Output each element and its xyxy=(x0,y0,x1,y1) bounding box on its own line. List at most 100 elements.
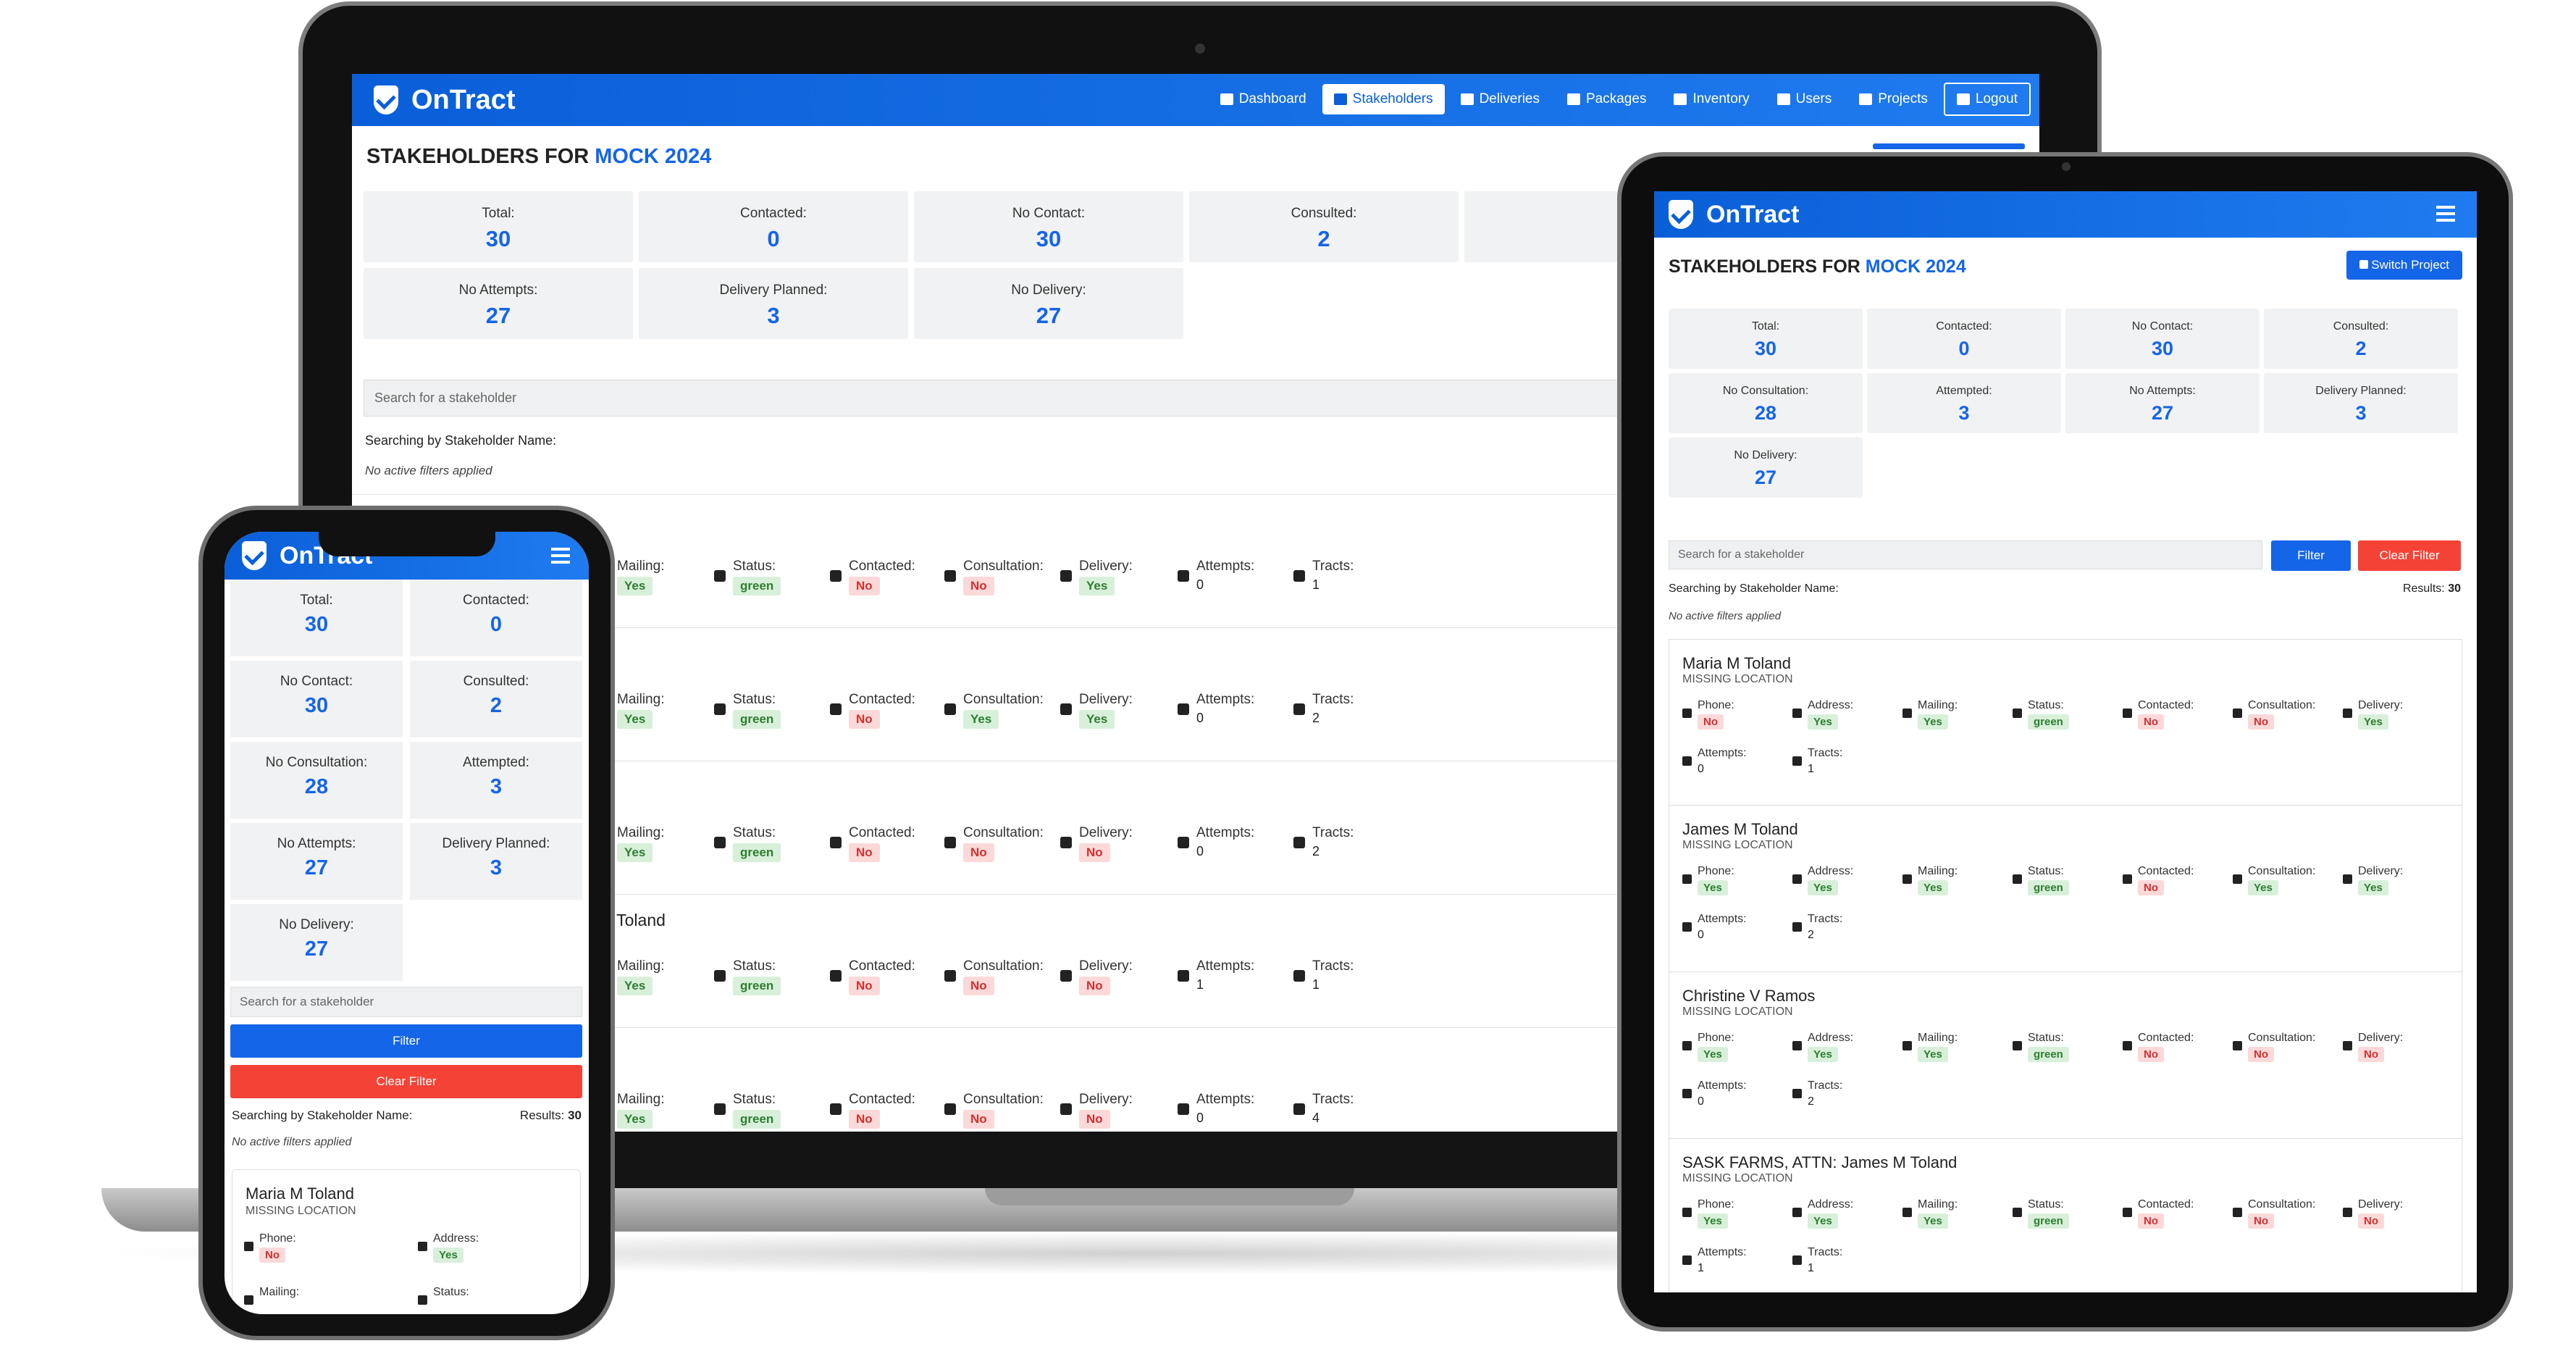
field-contacted: Contacted: No xyxy=(2123,1032,2194,1062)
field-body: Mailing: Yes xyxy=(617,1092,664,1129)
phone-clear-filter-button[interactable]: Clear Filter xyxy=(230,1065,582,1098)
stakeholder-card[interactable]: James M Toland MISSING LOCATION Phone: Yes A… xyxy=(1669,806,2462,972)
mailing-badge: Yes xyxy=(617,1110,653,1129)
field-label: Attempts: xyxy=(1698,913,1747,925)
tracts-value: 2 xyxy=(1808,1095,1814,1108)
field-body: Contacted: No xyxy=(849,559,915,595)
clear-filter-label: Clear Filter xyxy=(376,1074,437,1088)
field-label: Contacted: xyxy=(849,1092,915,1107)
hamburger-menu-icon[interactable] xyxy=(2436,206,2455,222)
field-label: Tracts: xyxy=(1312,958,1354,974)
phone-stat-card: Attempted: 3 xyxy=(410,742,582,819)
comment-icon xyxy=(830,570,842,582)
comment-icon xyxy=(830,970,842,982)
phone-results-count: Results: 30 xyxy=(520,1108,582,1123)
nav-stakeholders[interactable]: Stakeholders xyxy=(1322,84,1445,114)
tablet-brand-name: OnTract xyxy=(1706,200,1800,228)
field-attempts: Attempts: 0 xyxy=(1682,913,1747,942)
consultation-badge: Yes xyxy=(2248,880,2278,895)
search-input[interactable]: Search for a stakeholder xyxy=(364,380,1740,417)
field-body: Delivery: No xyxy=(2358,1032,2403,1062)
filter-button[interactable]: Filter xyxy=(2271,540,2351,571)
field-body: Delivery: Yes xyxy=(1079,559,1133,595)
map-marker-icon xyxy=(1293,1103,1305,1115)
field-contacted: Contacted: No xyxy=(2123,699,2194,730)
tablet-brand-logo[interactable]: OnTract xyxy=(1669,200,1799,229)
stat-total: Total: 30 xyxy=(364,191,633,262)
comment-icon xyxy=(830,837,842,848)
comment-icon xyxy=(2123,709,2132,718)
field-body: Status: green xyxy=(733,1092,781,1129)
field-label: Attempts: xyxy=(1698,1246,1747,1258)
nav-projects[interactable]: Projects xyxy=(1847,84,1939,114)
tablet-stats-grid: Total: 30 Contacted: 0 No Contact: 30 Consulte… xyxy=(1669,309,2462,498)
voicemail-icon xyxy=(1178,970,1189,982)
field-body: Tracts: 1 xyxy=(1312,559,1354,593)
voicemail-icon xyxy=(1682,1255,1692,1265)
nav-inventory[interactable]: Inventory xyxy=(1662,84,1761,114)
nav-users[interactable]: Users xyxy=(1766,84,1844,114)
filter-label: Filter xyxy=(2297,548,2325,562)
field-contacted: Contacted: No xyxy=(830,958,915,995)
stat-card: No Delivery: 27 xyxy=(1669,438,1863,498)
field-label: Address: xyxy=(1808,699,1854,711)
consultation-badge: No xyxy=(2248,1213,2274,1229)
voicemail-icon xyxy=(1682,1089,1692,1098)
field-label: Tracts: xyxy=(1808,913,1843,925)
stat-card: No Contact: 30 xyxy=(2065,309,2260,369)
stat-value: 28 xyxy=(1754,402,1777,424)
truck-icon xyxy=(1060,837,1072,848)
field-status: Status: green xyxy=(714,692,781,729)
project-diagram-icon xyxy=(1859,93,1873,105)
field-body: Tracts: 1 xyxy=(1312,958,1354,992)
status-badge: green xyxy=(733,710,781,729)
field-tracts: Tracts: 2 xyxy=(1293,825,1354,859)
field-body: Status: green xyxy=(2028,699,2069,730)
stat-value: 30 xyxy=(2151,338,2174,359)
phone-no-filters: No active filters applied xyxy=(232,1136,352,1148)
stakeholder-card[interactable]: Christine V Ramos MISSING LOCATION Phone: Y… xyxy=(1669,972,2462,1139)
phone-badge: No xyxy=(1698,714,1724,730)
field-label: Tracts: xyxy=(1808,1079,1843,1092)
field-body: Tracts: 1 xyxy=(1808,747,1842,776)
stat-label: No Attempts: xyxy=(458,283,538,298)
switch-project-button[interactable]: Switch Project xyxy=(2346,251,2462,280)
field-label: Status: xyxy=(2028,699,2064,711)
nav-packages[interactable]: Packages xyxy=(1556,84,1658,114)
shield-check-icon xyxy=(374,85,398,114)
stakeholder-card[interactable]: SASK FARMS, ATTN: James M Toland MISSING … xyxy=(1669,1139,2462,1292)
phone-stakeholder-card[interactable]: Maria M Toland MISSING LOCATION Phone: No… xyxy=(232,1169,581,1314)
contacted-badge: No xyxy=(2138,714,2164,730)
phone-stat-card: No Delivery: 27 xyxy=(230,904,403,981)
field-mailing: Mailing: xyxy=(244,1286,299,1305)
stat-label: No Attempts: xyxy=(2129,385,2196,397)
field-body: Mailing: Yes xyxy=(1918,1032,1958,1062)
stakeholder-card[interactable]: Maria M Toland MISSING LOCATION Phone: No Ad… xyxy=(1669,639,2462,806)
field-label: Delivery: xyxy=(1079,559,1133,574)
phone-filter-button[interactable]: Filter xyxy=(230,1024,582,1058)
shield-check-icon xyxy=(242,541,267,570)
nav-deliveries[interactable]: Deliveries xyxy=(1449,84,1551,114)
brand-name: OnTract xyxy=(411,84,516,115)
stat-label: Consulted: xyxy=(1291,206,1357,221)
field-consultation: Consultation: No xyxy=(2233,1198,2315,1229)
field-attempts: Attempts: 1 xyxy=(1178,958,1254,992)
field-label: Contacted: xyxy=(2138,865,2194,877)
field-body: Attempts: 1 xyxy=(1196,958,1254,992)
tracts-value: 1 xyxy=(1808,1262,1814,1274)
clear-filter-button[interactable]: Clear Filter xyxy=(2358,540,2461,571)
nav-dashboard[interactable]: Dashboard xyxy=(1209,84,1318,114)
field-body: Phone: Yes xyxy=(1698,1032,1734,1062)
field-body: Contacted: No xyxy=(2138,865,2194,895)
tablet-search-input[interactable]: Search for a stakeholder xyxy=(1669,540,2262,569)
phone-hamburger-icon[interactable] xyxy=(551,548,570,564)
switch-project-button-edge[interactable] xyxy=(1873,143,2025,149)
field-delivery: Delivery: No xyxy=(1060,1092,1133,1129)
field-label: Address: xyxy=(1808,1198,1854,1211)
brand-logo[interactable]: OnTract xyxy=(374,85,516,116)
logout-button[interactable]: Logout xyxy=(1943,83,2031,116)
field-label: Status: xyxy=(433,1286,469,1298)
field-body: Consultation: Yes xyxy=(2248,865,2315,895)
field-body: Contacted: No xyxy=(849,1092,915,1129)
phone-search-input[interactable]: Search for a stakeholder xyxy=(230,987,582,1017)
